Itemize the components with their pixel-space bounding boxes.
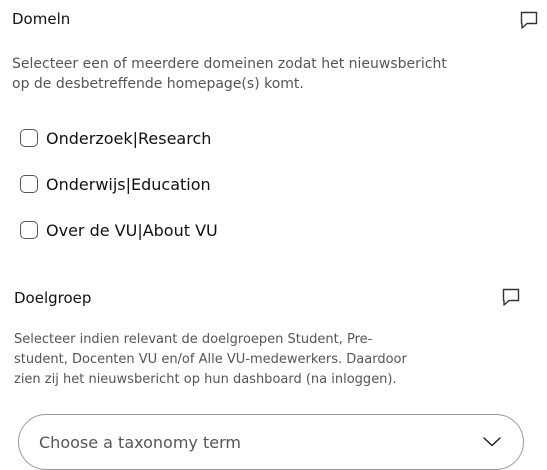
domein-description: Selecteer een of meerdere domeinen zodat…: [12, 56, 447, 92]
onderzoek-checkbox[interactable]: [20, 129, 38, 147]
taxonomy-select-placeholder: Choose a taxonomy term: [39, 432, 241, 452]
onderwijs-label: Onderwijs|Education: [46, 174, 211, 194]
over-de-vu-label: Over de VU|About VU: [46, 220, 218, 240]
onderwijs-checkbox[interactable]: [20, 175, 38, 193]
taxonomy-term-select[interactable]: Choose a taxonomy term: [18, 414, 524, 470]
doelgroep-title: Doelgroep: [14, 289, 92, 307]
chevron-down-icon: [483, 437, 501, 447]
option-onderzoek[interactable]: Onderzoek|Research: [20, 126, 211, 150]
doelgroep-comment-icon[interactable]: [500, 286, 522, 308]
option-over-de-vu[interactable]: Over de VU|About VU: [20, 218, 218, 242]
over-de-vu-checkbox[interactable]: [20, 221, 38, 239]
onderzoek-label: Onderzoek|Research: [46, 128, 212, 148]
doelgroep-description: Selecteer indien relevant de doelgroepen…: [14, 332, 407, 387]
domein-comment-icon[interactable]: [518, 9, 540, 31]
domein-title: Domeln: [12, 10, 71, 28]
option-onderwijs[interactable]: Onderwijs|Education: [20, 172, 211, 196]
